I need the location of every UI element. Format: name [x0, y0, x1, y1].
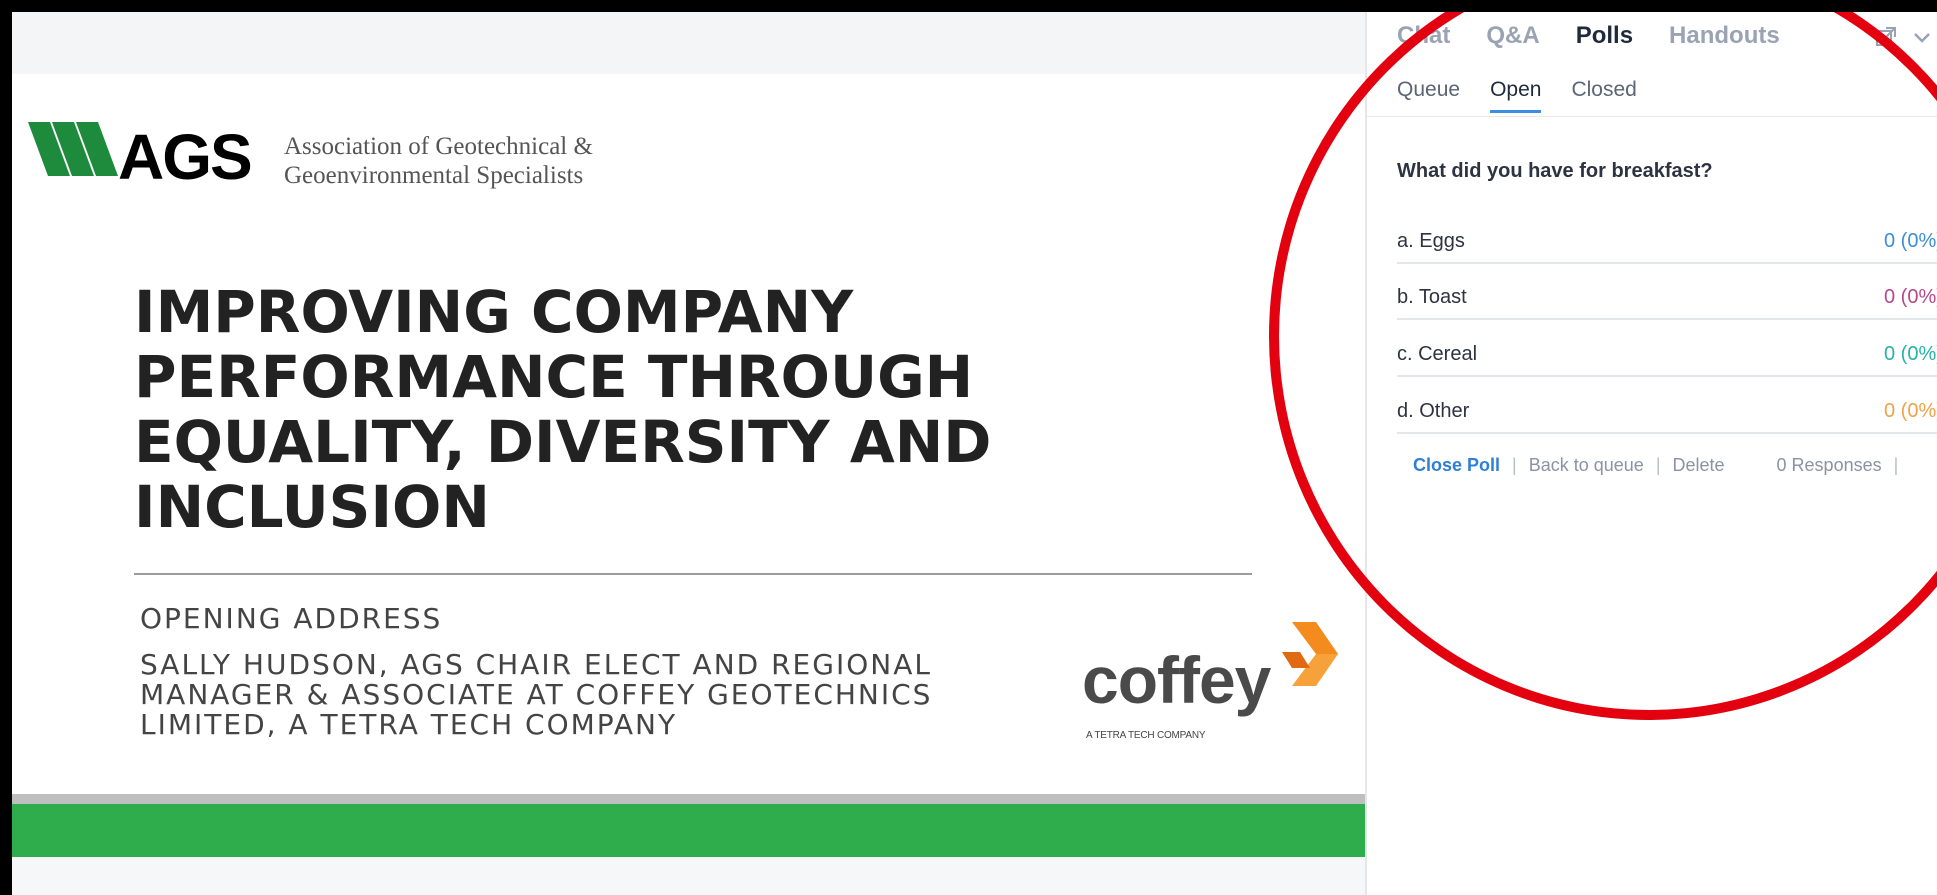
slide-divider — [134, 573, 1252, 575]
tab-qa[interactable]: Q&A — [1486, 22, 1539, 50]
poll-option-result: 0 (0%) — [1884, 286, 1937, 308]
response-count: 0 Responses — [1776, 455, 1882, 475]
coffey-tagline: A TETRA TECH COMPANY — [1086, 730, 1206, 741]
poll-option-result: 0 (0%) — [1884, 400, 1937, 422]
slide-title: IMPROVING COMPANY PERFORMANCE THROUGH EQ… — [134, 278, 992, 541]
poll-option-result: 0 (0%) — [1884, 230, 1937, 252]
poll-option: c. Cereal 0 (0%) — [1397, 339, 1937, 377]
app-frame: AGS Association of Geotechnical & Geoenv… — [12, 12, 1937, 895]
tab-handouts[interactable]: Handouts — [1669, 22, 1780, 50]
subtab-closed[interactable]: Closed — [1571, 78, 1636, 113]
poll-option-label: b. Toast — [1397, 286, 1467, 308]
subtab-queue[interactable]: Queue — [1397, 78, 1460, 113]
tab-chat[interactable]: Chat — [1397, 22, 1450, 50]
slide-gray-band — [12, 794, 1365, 804]
slide-green-band — [12, 804, 1365, 857]
poll-option-label: a. Eggs — [1397, 230, 1465, 252]
subtab-open[interactable]: Open — [1490, 78, 1542, 113]
back-to-queue-button[interactable]: Back to queue — [1529, 455, 1644, 475]
polls-panel: Chat Q&A Polls Handouts Queue Open Close… — [1365, 12, 1937, 895]
poll-subtabs: Queue Open Closed — [1397, 78, 1667, 113]
slide-top-bar — [12, 12, 1365, 74]
chevron-down-icon[interactable] — [1911, 26, 1933, 48]
close-poll-button[interactable]: Close Poll — [1413, 455, 1500, 475]
panel-divider — [1367, 116, 1937, 117]
coffey-logo: coffey A TETRA TECH COMPANY — [1082, 622, 1352, 752]
ags-subtitle-line1: Association of Geotechnical & — [284, 133, 593, 160]
ags-subtitle-line2: Geoenvironmental Specialists — [284, 162, 584, 189]
coffey-arrow-icon — [1282, 622, 1338, 686]
popout-icon[interactable] — [1875, 26, 1897, 48]
tab-polls[interactable]: Polls — [1576, 22, 1633, 50]
poll-actions: Close Poll | Back to queue | Delete 0 Respons… — [1413, 455, 1899, 475]
poll-option-result: 0 (0%) — [1884, 343, 1937, 365]
slide-subtitle: OPENING ADDRESS — [140, 602, 443, 635]
poll-option: d. Other 0 (0%) — [1397, 396, 1937, 434]
poll-option: a. Eggs 0 (0%) — [1397, 226, 1937, 264]
poll-option-label: c. Cereal — [1397, 343, 1478, 365]
presentation-slide: AGS Association of Geotechnical & Geoenv… — [12, 12, 1365, 895]
poll-question: What did you have for breakfast? — [1397, 160, 1713, 182]
delete-poll-button[interactable]: Delete — [1673, 455, 1725, 475]
panel-header-icons — [1875, 26, 1933, 48]
speaker-credit: SALLY HUDSON, AGS CHAIR ELECT AND REGION… — [140, 648, 933, 741]
poll-option: b. Toast 0 (0%) — [1397, 282, 1937, 320]
coffey-logo-text: coffey — [1082, 643, 1271, 717]
panel-tabs: Chat Q&A Polls Handouts — [1397, 22, 1816, 50]
ags-logo-text: AGS — [118, 121, 253, 193]
ags-logo-subtitle: Association of Geotechnical & Geoenviron… — [284, 132, 593, 190]
poll-option-label: d. Other — [1397, 400, 1470, 422]
